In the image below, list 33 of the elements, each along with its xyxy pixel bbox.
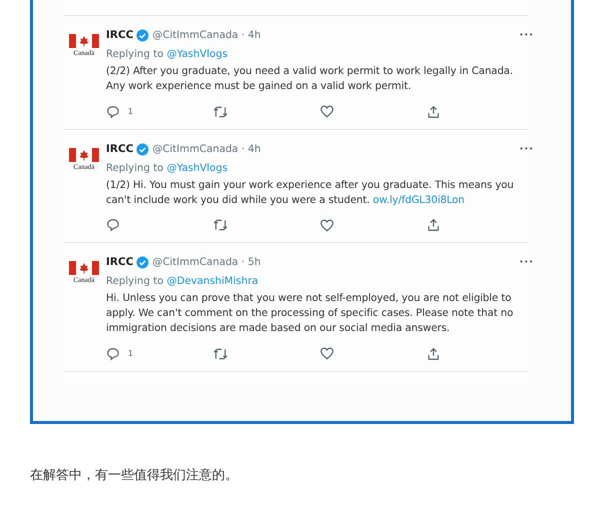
retweet-icon[interactable] <box>213 218 228 232</box>
more-button[interactable]: ··· <box>519 142 534 157</box>
more-button[interactable]: ··· <box>519 255 534 270</box>
account-name[interactable]: IRCC <box>106 142 134 157</box>
handle-time: @CitImmCanada · 5h <box>152 256 261 270</box>
account-name[interactable]: IRCC <box>106 255 134 270</box>
handle-time: @CitImmCanada · 4h <box>152 29 261 43</box>
handle-time: @CitImmCanada · 4h <box>152 143 261 157</box>
flag-icon <box>69 148 99 162</box>
reply-icon[interactable] <box>106 104 120 118</box>
reply-icon[interactable] <box>106 218 120 232</box>
flag-icon <box>69 261 99 275</box>
more-button[interactable]: ··· <box>519 28 534 43</box>
tweet-text: (2/2) After you graduate, you need a valid work permit to work legally in Canada. Any work experience must be gained on a valid work permit. <box>106 65 514 94</box>
account-name[interactable]: IRCC <box>106 28 134 43</box>
share-icon[interactable] <box>427 346 440 360</box>
reply-icon[interactable] <box>106 346 120 360</box>
caption-text: 在解答中，有一些值得我们注意的。 <box>30 467 239 484</box>
flag-icon <box>69 34 99 48</box>
reply-count: 1 <box>128 106 134 118</box>
retweet-icon[interactable] <box>213 346 228 360</box>
retweet-icon[interactable] <box>213 104 228 118</box>
replying-label: Replying to <box>106 49 164 60</box>
tweet-text: Hi. Unless you can prove that you were not self-employed, you are not eligible to apply. We can't comment on the processing of specific cases. Please note that no immigration decisions are made based on our social media answers. <box>106 292 514 336</box>
reply-count: 1 <box>128 348 134 360</box>
heart-icon[interactable] <box>320 105 334 118</box>
share-icon[interactable] <box>427 104 440 118</box>
share-icon[interactable] <box>427 218 440 232</box>
replying-label: Replying to <box>106 163 164 174</box>
heart-icon[interactable] <box>320 347 334 360</box>
tweet-text: (1/2) Hi. You must gain your work experience after you graduate. This means you can't include work you did while you were a student. ow.ly/fdGL30i8Lon <box>106 179 515 208</box>
heart-icon[interactable] <box>320 218 334 232</box>
replying-label: Replying to <box>106 276 164 287</box>
